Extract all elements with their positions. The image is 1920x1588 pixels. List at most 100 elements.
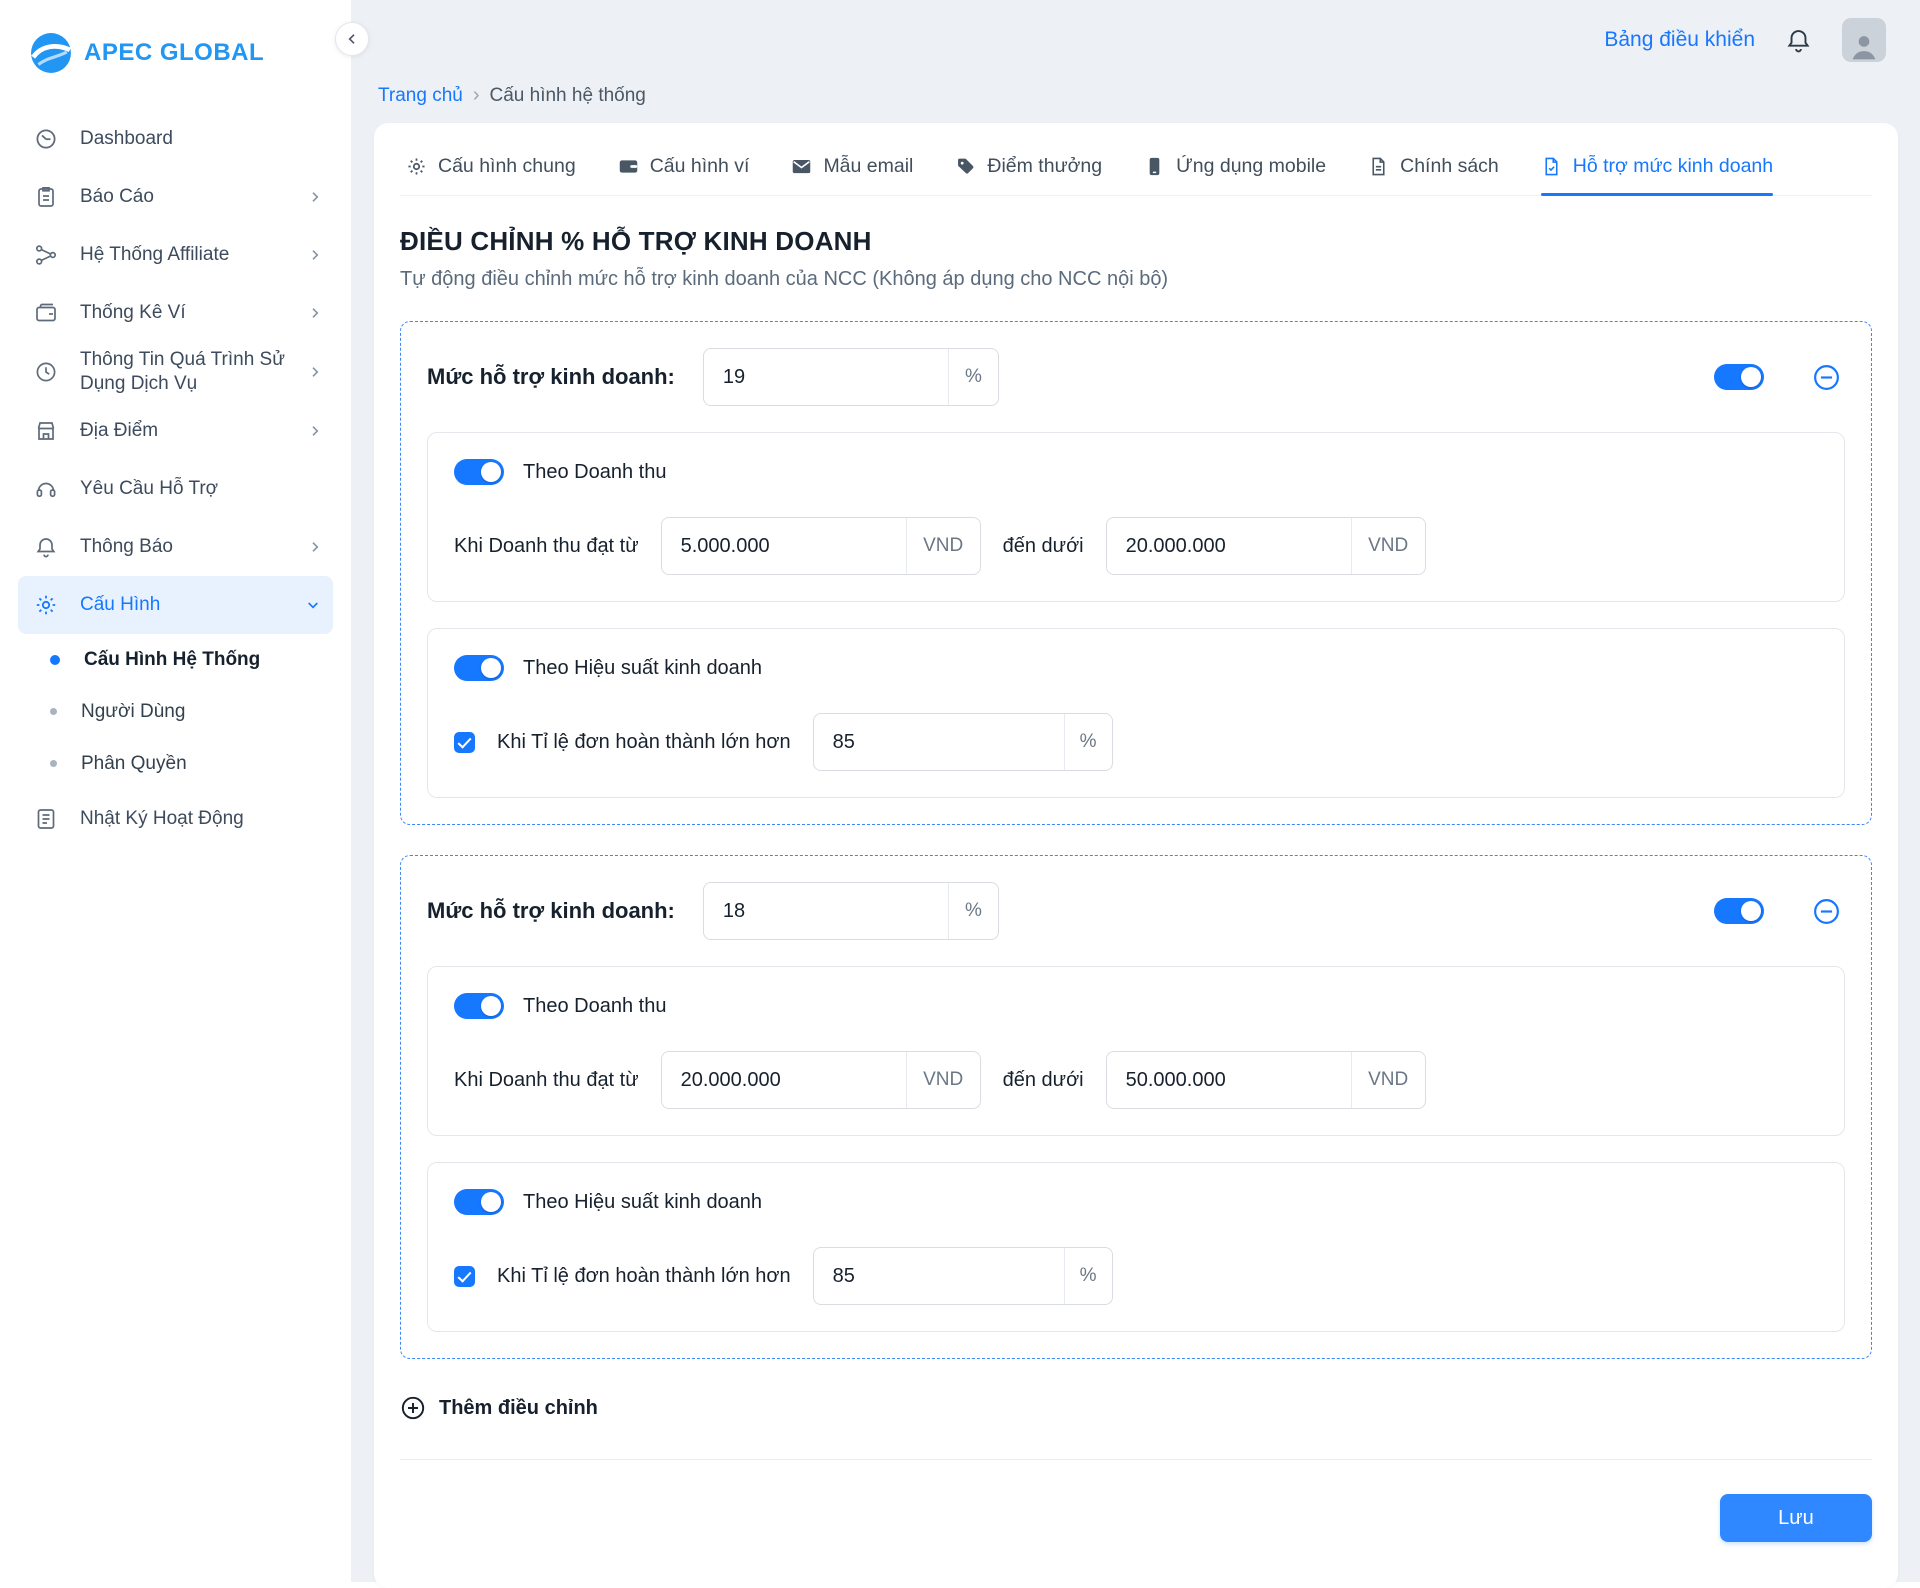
sidebar-nav: Dashboard Báo Cáo Hệ Thống Affiliate Thố… (0, 110, 351, 848)
support-level-label: Mức hỗ trợ kinh doanh: (427, 898, 675, 924)
breadcrumb-separator: › (473, 84, 480, 107)
tab-label: Ứng dụng mobile (1176, 155, 1326, 178)
support-icon (34, 477, 58, 501)
sidebar-item-label: Cấu Hình (80, 593, 160, 617)
revenue-to-label: đến dưới (1003, 535, 1084, 558)
tab-cau-hinh-vi[interactable]: Cấu hình ví (618, 155, 750, 195)
revenue-to-input[interactable] (1107, 1052, 1351, 1108)
sidebar-item-dashboard[interactable]: Dashboard (0, 110, 351, 168)
percent-suffix: % (1064, 714, 1112, 770)
apec-globe-icon (30, 32, 72, 74)
revenue-from-input[interactable] (662, 518, 906, 574)
brand-logo[interactable]: APEC GLOBAL (0, 0, 351, 74)
sidebar: APEC GLOBAL Dashboard Báo Cáo Hệ Thống A… (0, 0, 352, 1582)
settings-tabs: Cấu hình chung Cấu hình ví Mẫu email Điể… (400, 153, 1872, 196)
revenue-toggle[interactable] (454, 993, 504, 1019)
policy-file-icon (1368, 156, 1389, 177)
notification-icon (34, 535, 58, 559)
sidebar-item-label: Yêu Cầu Hỗ Trợ (80, 477, 218, 501)
vnd-suffix: VND (1351, 1052, 1425, 1108)
sidebar-item-thong-bao[interactable]: Thông Báo (0, 518, 351, 576)
tab-diem-thuong[interactable]: Điểm thưởng (955, 155, 1102, 195)
performance-condition-card: Theo Hiệu suất kinh doanh Khi Tỉ lệ đơn … (427, 1162, 1845, 1332)
tab-ho-tro-muc-kinh-doanh[interactable]: Hỗ trợ mức kinh doanh (1541, 155, 1773, 195)
completion-rate-checkbox[interactable] (454, 1266, 475, 1287)
sidebar-item-yeu-cau-ho-tro[interactable]: Yêu Cầu Hỗ Trợ (0, 460, 351, 518)
tab-label: Hỗ trợ mức kinh doanh (1573, 155, 1773, 178)
add-adjustment-button[interactable]: Thêm điều chỉnh (400, 1395, 598, 1421)
topbar: Bảng điều khiển (352, 0, 1920, 80)
collapse-sidebar-button[interactable] (335, 22, 369, 56)
revenue-condition-card: Theo Doanh thu Khi Doanh thu đạt từ VND … (427, 432, 1845, 602)
support-level-input[interactable] (704, 349, 948, 405)
tab-label: Cấu hình ví (650, 155, 750, 178)
sidebar-item-he-thong-affiliate[interactable]: Hệ Thống Affiliate (0, 226, 351, 284)
performance-toggle-label: Theo Hiệu suất kinh doanh (523, 657, 762, 680)
sidebar-item-cau-hinh[interactable]: Cấu Hình (18, 576, 333, 634)
bullet-dot-icon (50, 708, 57, 715)
revenue-to-label: đến dưới (1003, 1069, 1084, 1092)
completion-rate-input[interactable] (814, 714, 1064, 770)
sidebar-item-bao-cao[interactable]: Báo Cáo (0, 168, 351, 226)
wallet-icon (618, 156, 639, 177)
block-head: Mức hỗ trợ kinh doanh: % (427, 348, 1845, 406)
completion-rate-checkbox[interactable] (454, 732, 475, 753)
main-area: Bảng điều khiển Trang chủ › Cấu hình hệ … (352, 0, 1920, 1582)
save-button[interactable]: Lưu (1720, 1494, 1872, 1542)
gear-icon (406, 156, 427, 177)
revenue-toggle-label: Theo Doanh thu (523, 995, 666, 1018)
sidebar-item-label: Thông Tin Quá Trình Sử Dụng Dịch Vụ (80, 348, 285, 396)
sidebar-subitem-phan-quyen[interactable]: Phân Quyền (0, 738, 351, 790)
tab-chinh-sach[interactable]: Chính sách (1368, 155, 1499, 195)
performance-toggle-label: Theo Hiệu suất kinh doanh (523, 1191, 762, 1214)
revenue-from-label: Khi Doanh thu đạt từ (454, 1069, 639, 1092)
sidebar-item-thong-tin-qua-trinh[interactable]: Thông Tin Quá Trình Sử Dụng Dịch Vụ (0, 342, 351, 402)
revenue-from-input[interactable] (662, 1052, 906, 1108)
revenue-to-input[interactable] (1107, 518, 1351, 574)
sidebar-item-label: Thống Kê Ví (80, 301, 186, 325)
tab-label: Chính sách (1400, 155, 1499, 178)
mail-icon (791, 156, 812, 177)
completion-rate-label: Khi Tỉ lệ đơn hoàn thành lớn hơn (497, 731, 791, 754)
sidebar-item-label: Dashboard (80, 127, 173, 151)
sidebar-subitem-cau-hinh-he-thong[interactable]: Cấu Hình Hệ Thống (0, 634, 351, 686)
chevron-right-icon (307, 189, 323, 205)
block-head: Mức hỗ trợ kinh doanh: % (427, 882, 1845, 940)
brand-name: APEC GLOBAL (84, 39, 264, 67)
support-level-label: Mức hỗ trợ kinh doanh: (427, 364, 675, 390)
bullet-dot-icon (50, 760, 57, 767)
sidebar-subitem-label: Phân Quyền (81, 753, 187, 775)
sidebar-item-label: Địa Điểm (80, 419, 158, 443)
chevron-down-icon (305, 597, 321, 613)
support-level-input-group: % (703, 348, 999, 406)
performance-toggle[interactable] (454, 655, 504, 681)
dashboard-link[interactable]: Bảng điều khiển (1604, 28, 1755, 52)
sidebar-item-thong-ke-vi[interactable]: Thống Kê Ví (0, 284, 351, 342)
sidebar-item-dia-diem[interactable]: Địa Điểm (0, 402, 351, 460)
tab-label: Điểm thưởng (987, 155, 1102, 178)
sidebar-item-nhat-ky-hoat-dong[interactable]: Nhật Ký Hoạt Động (0, 790, 351, 848)
support-level-toggle[interactable] (1714, 364, 1764, 390)
vnd-suffix: VND (1351, 518, 1425, 574)
support-level-input[interactable] (704, 883, 948, 939)
completion-rate-input-group: % (813, 1247, 1113, 1305)
tab-mau-email[interactable]: Mẫu email (791, 155, 913, 195)
bell-icon[interactable] (1785, 27, 1812, 54)
page-title: ĐIỀU CHỈNH % HỖ TRỢ KINH DOANH (400, 226, 1872, 257)
remove-circle-icon[interactable] (1812, 897, 1841, 926)
performance-toggle[interactable] (454, 1189, 504, 1215)
sidebar-subitem-nguoi-dung[interactable]: Người Dùng (0, 686, 351, 738)
sidebar-item-label: Thông Báo (80, 535, 173, 559)
support-level-toggle[interactable] (1714, 898, 1764, 924)
page-subtitle: Tự động điều chỉnh mức hỗ trợ kinh doanh… (400, 268, 1872, 291)
tab-ung-dung-mobile[interactable]: Ứng dụng mobile (1144, 155, 1326, 195)
chevron-right-icon (307, 539, 323, 555)
remove-circle-icon[interactable] (1812, 363, 1841, 392)
revenue-toggle[interactable] (454, 459, 504, 485)
tab-cau-hinh-chung[interactable]: Cấu hình chung (406, 155, 576, 195)
completion-rate-input[interactable] (814, 1248, 1064, 1304)
vnd-suffix: VND (906, 518, 980, 574)
user-avatar[interactable] (1842, 18, 1886, 62)
breadcrumb-home[interactable]: Trang chủ (378, 85, 463, 107)
sidebar-subitem-label: Người Dùng (81, 701, 185, 723)
